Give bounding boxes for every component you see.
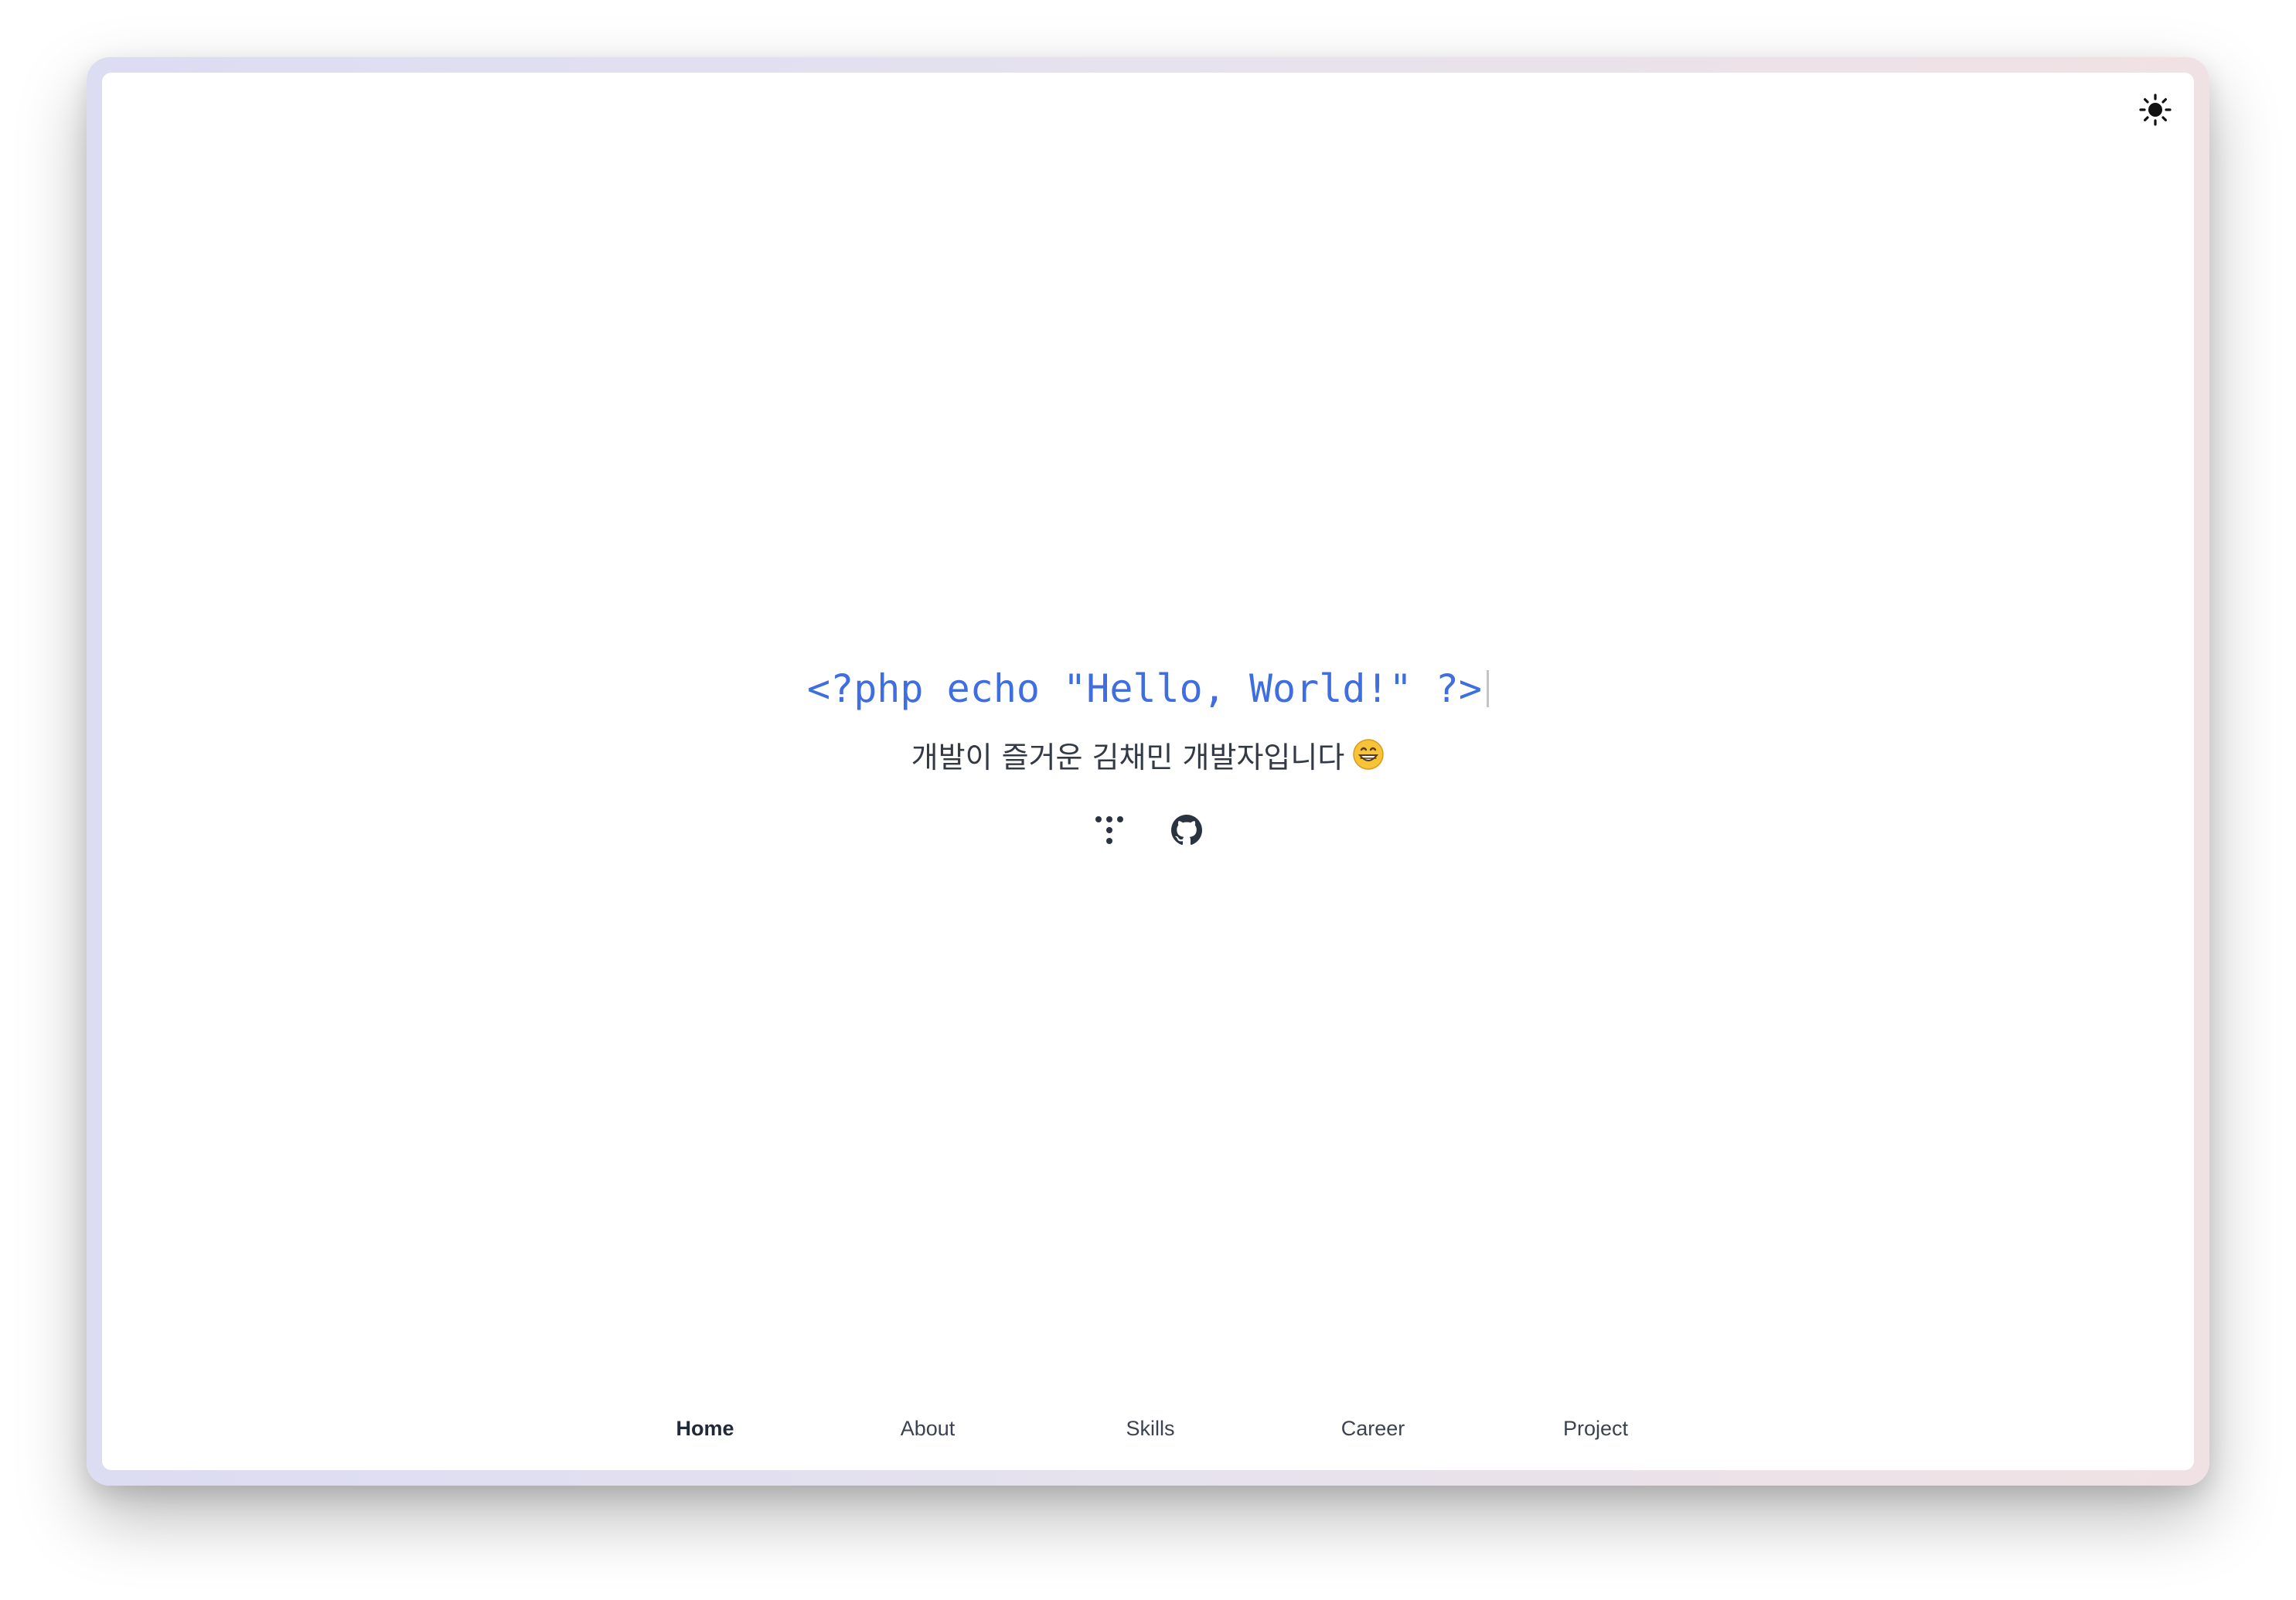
tistory-icon	[1095, 816, 1123, 844]
portfolio-page: <?php echo "Hello, World!" ?> 개발이 즐거운 김채…	[102, 73, 2194, 1470]
social-links	[1092, 813, 1204, 847]
intro-subtitle: 개발이 즐거운 김채민 개발자입니다	[911, 733, 1385, 776]
typing-cursor	[1486, 670, 1489, 707]
tistory-link[interactable]	[1092, 813, 1126, 847]
theme-toggle-button[interactable]	[2137, 91, 2174, 128]
nav-item-home[interactable]: Home	[676, 1407, 734, 1450]
page-backdrop: <?php echo "Hello, World!" ?> 개발이 즐거운 김채…	[0, 0, 2296, 1600]
browser-window-frame: <?php echo "Hello, World!" ?> 개발이 즐거운 김채…	[87, 57, 2209, 1486]
nav-item-about[interactable]: About	[901, 1407, 956, 1450]
github-link[interactable]	[1170, 813, 1204, 847]
bottom-navigation: Home About Skills Career Project	[102, 1407, 2194, 1450]
intro-text: 개발이 즐거운 김채민 개발자입니다	[911, 740, 1345, 774]
nav-item-career[interactable]: Career	[1341, 1407, 1405, 1450]
typing-headline: <?php echo "Hello, World!" ?>	[807, 662, 1489, 716]
hero-section: <?php echo "Hello, World!" ?> 개발이 즐거운 김채…	[102, 662, 2194, 847]
github-icon	[1171, 815, 1202, 846]
sun-icon	[2139, 94, 2172, 126]
nav-item-project[interactable]: Project	[1563, 1407, 1628, 1450]
typing-text: <?php echo "Hello, World!" ?>	[807, 666, 1482, 711]
nav-item-skills[interactable]: Skills	[1126, 1407, 1174, 1450]
grinning-face-icon	[1353, 739, 1385, 770]
